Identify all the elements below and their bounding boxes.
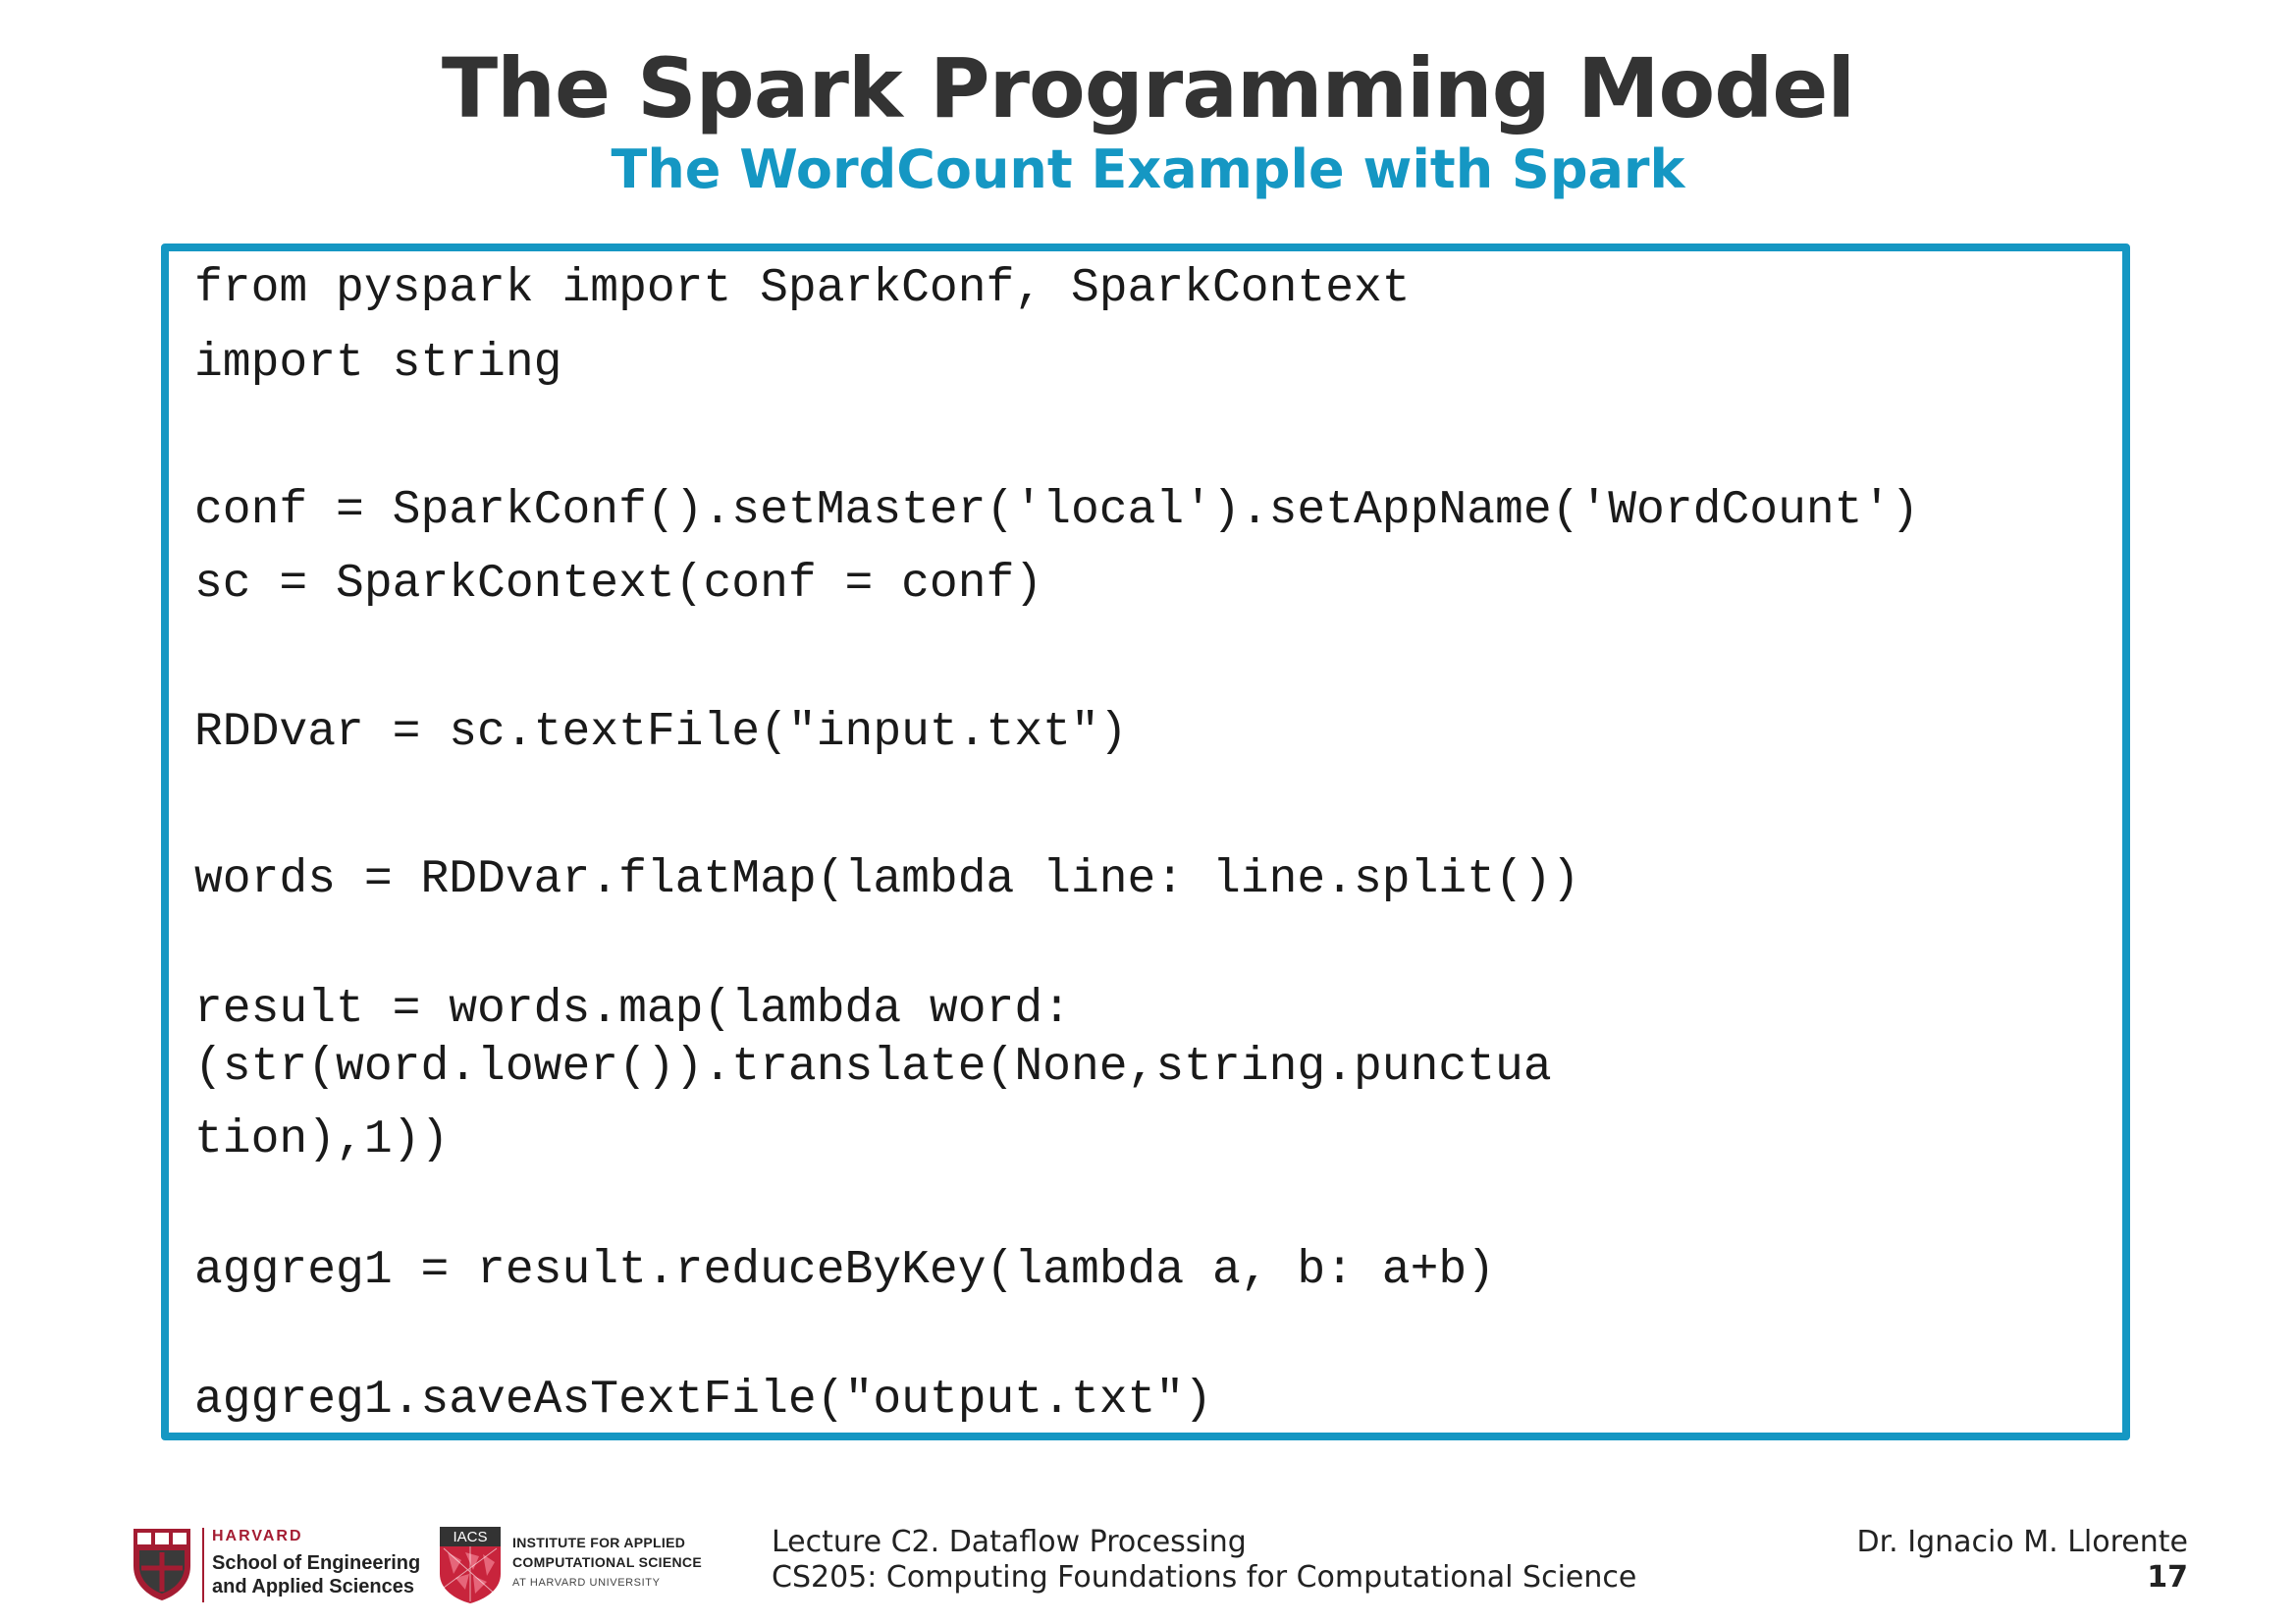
lecture-title: Lecture C2. Dataflow Processing	[772, 1525, 1247, 1559]
harvard-line-2: and Applied Sciences	[212, 1576, 414, 1597]
harvard-line-1: School of Engineering	[212, 1552, 421, 1574]
code-line: aggreg1.saveAsTextFile("output.txt")	[194, 1374, 1212, 1427]
iacs-logo-icon: IACS	[440, 1527, 501, 1603]
code-line: aggreg1 = result.reduceByKey(lambda a, b…	[194, 1244, 1496, 1297]
harvard-divider	[202, 1528, 204, 1602]
slide-subtitle: The WordCount Example with Spark	[611, 138, 1685, 200]
code-line: (str(word.lower()).translate(None,string…	[194, 1041, 1552, 1094]
author-name: Dr. Ignacio M. Llorente	[1856, 1525, 2189, 1559]
slide-title: The Spark Programming Model	[441, 40, 1855, 136]
svg-text:IACS: IACS	[453, 1529, 487, 1545]
iacs-line-3: AT HARVARD UNIVERSITY	[512, 1577, 661, 1589]
code-line: conf = SparkConf().setMaster('local').se…	[194, 484, 1920, 537]
code-line: sc = SparkContext(conf = conf)	[194, 558, 1043, 611]
code-box: from pyspark import SparkConf, SparkCont…	[161, 244, 2130, 1440]
code-line: result = words.map(lambda word:	[194, 983, 1071, 1036]
iacs-line-1: INSTITUTE FOR APPLIED	[512, 1535, 686, 1550]
harvard-name: HARVARD	[212, 1528, 303, 1544]
iacs-line-2: COMPUTATIONAL SCIENCE	[512, 1554, 702, 1570]
harvard-shield-icon	[133, 1529, 190, 1600]
code-line: from pyspark import SparkConf, SparkCont…	[194, 262, 1411, 315]
code-line: words = RDDvar.flatMap(lambda line: line…	[194, 853, 1580, 906]
code-line: import string	[194, 337, 562, 390]
course-title: CS205: Computing Foundations for Computa…	[772, 1560, 1637, 1595]
code-line: tion),1))	[194, 1113, 450, 1166]
code-line: RDDvar = sc.textFile("input.txt")	[194, 706, 1128, 759]
page-number: 17	[2147, 1560, 2188, 1595]
